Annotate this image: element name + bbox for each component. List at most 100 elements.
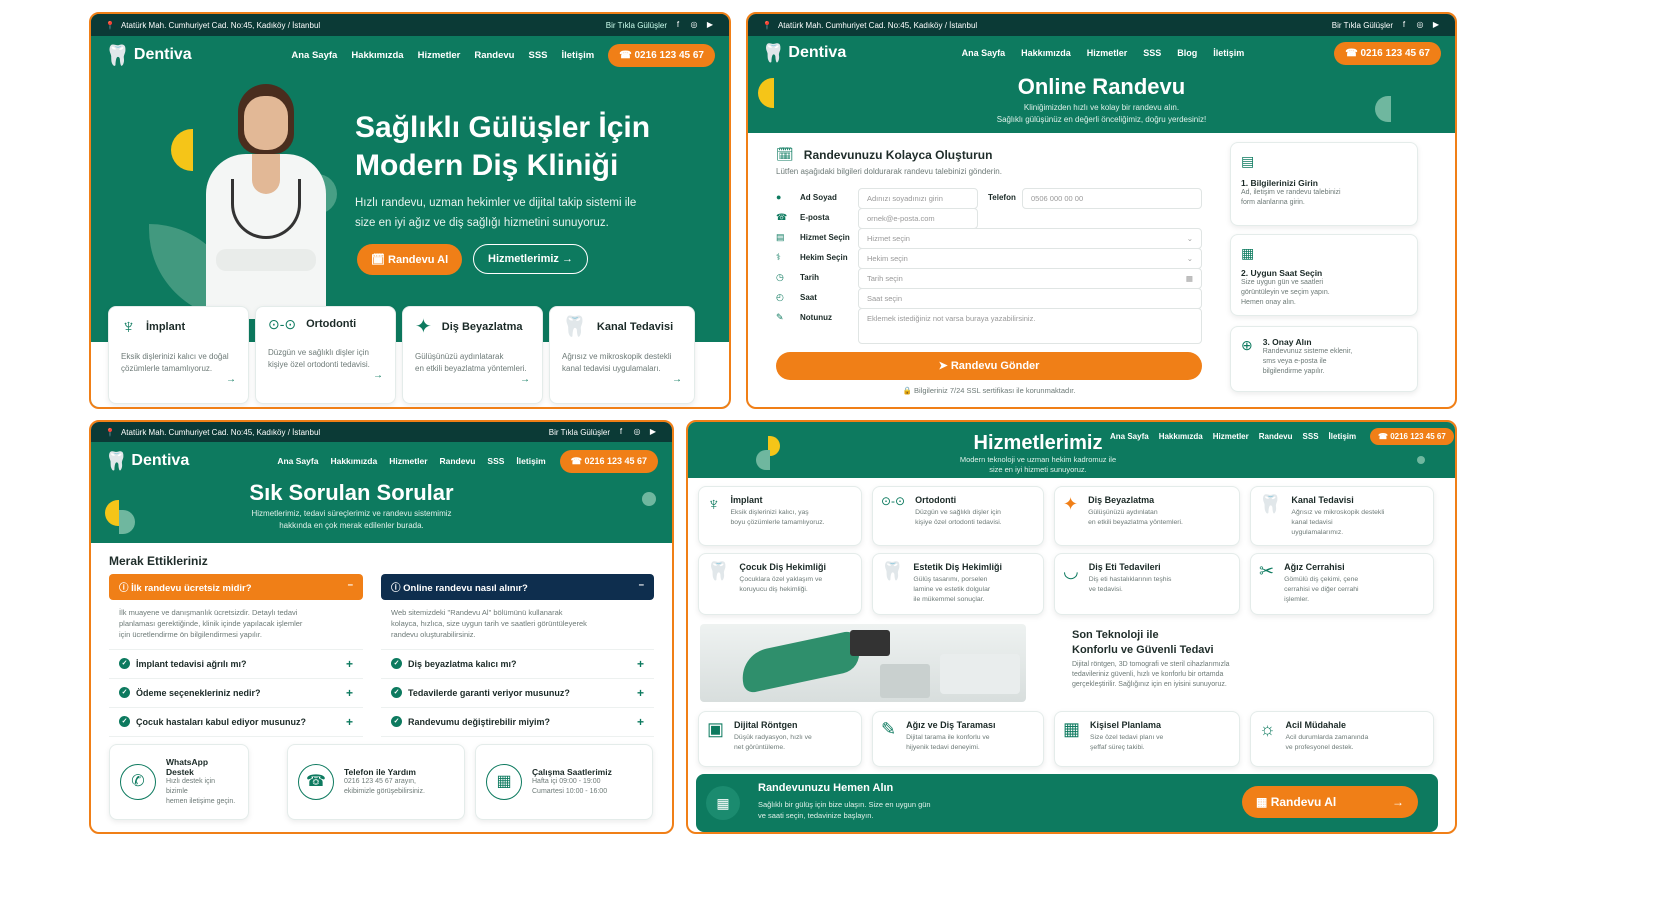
nav-faq[interactable]: SSS	[1143, 48, 1161, 58]
arrow-icon: →	[520, 374, 530, 386]
nav-about[interactable]: Hakkımızda	[330, 456, 377, 466]
nav-services[interactable]: Hizmetler	[1087, 48, 1128, 58]
phone-button[interactable]: ☎ 0216 123 45 67	[559, 449, 658, 473]
implant-icon: ♆	[121, 316, 136, 338]
feature-card[interactable]: ✎ Ağız ve Diş Taraması Dijital tarama ile…	[872, 711, 1044, 767]
faq-answer: Web sitemizdeki "Randevu Al" bölümünü ku…	[381, 600, 654, 650]
logo[interactable]: 🦷 Dentiva	[105, 43, 192, 68]
logo[interactable]: 🦷 Dentiva	[762, 43, 846, 64]
doctor-image	[186, 84, 346, 319]
service-card-orthodontics[interactable]: ⊙-⊙ Ortodonti Düzgün ve sağlıklı dişler i…	[255, 306, 396, 404]
main-nav: Ana Sayfa Hakkımızda Hizmetler SSS Blog …	[962, 48, 1245, 58]
xray-icon: ▣	[707, 719, 725, 739]
service-card[interactable]: 🦷 Estetik Diş Hekimliği Gülüş tasarımı, p…	[872, 553, 1044, 615]
feature-card[interactable]: ☼ Acil Müdahale Acil durumlarda zamanında…	[1250, 711, 1434, 767]
cta-appointment-button[interactable]: ▦ Randevu Al →	[1242, 786, 1418, 818]
nav-faq[interactable]: SSS	[1303, 432, 1319, 441]
faq-question-open[interactable]: ⓘ İlk randevu ücretsiz midir? −	[109, 574, 363, 600]
nav-blog[interactable]: Blog	[1177, 48, 1197, 58]
phone-button[interactable]: ☎ 0216 123 45 67	[1334, 41, 1441, 65]
time-input[interactable]: Saat seçin	[858, 288, 1202, 309]
nav-appointment[interactable]: Randevu	[1259, 432, 1293, 441]
service-card[interactable]: 🦷 Kanal Tedavisi Ağrısız ve mikroskopik d…	[1250, 486, 1434, 546]
form-card: 🗓 Randevunuzu Kolayca Oluşturun Lütfen a…	[764, 142, 1214, 404]
nav-home[interactable]: Ana Sayfa	[1110, 432, 1149, 441]
phone-button[interactable]: ☎ 0216 123 45 67	[1370, 428, 1454, 445]
faq-item[interactable]: ✓ Tedavilerde garanti veriyor musunuz? +	[381, 679, 654, 708]
nav-faq[interactable]: SSS	[487, 456, 504, 466]
working-hours-card: ▦ Çalışma Saatlerimiz Hafta içi 09:00 - 1…	[475, 744, 653, 820]
facebook-icon[interactable]: f	[616, 427, 626, 437]
whatsapp-icon: ✆	[120, 764, 156, 800]
address: Atatürk Mah. Cumhuriyet Cad. No:45, Kadı…	[777, 20, 978, 30]
facebook-icon[interactable]: f	[673, 20, 683, 30]
service-select[interactable]: Hizmet seçin ⌄	[858, 228, 1202, 249]
calendar-icon: ▦	[1241, 245, 1255, 261]
step-card-1: ▤ 1. Bilgilerinizi Girin Ad, iletişim ve…	[1230, 142, 1418, 226]
nav-services[interactable]: Hizmetler	[389, 456, 427, 466]
nav-contact[interactable]: İletişim	[516, 456, 545, 466]
feature-card[interactable]: ▣ Dijital Röntgen Düşük radyasyon, hızlı …	[698, 711, 862, 767]
faq-question-open[interactable]: ⓘ Online randevu nasıl alınır? −	[381, 574, 654, 600]
arrow-icon: →	[226, 374, 236, 386]
nav-home[interactable]: Ana Sayfa	[277, 456, 318, 466]
document-icon: ▤	[1241, 153, 1255, 169]
service-card[interactable]: ✦ Diş Beyazlatma Gülüşünüzü aydınlatan en …	[1054, 486, 1240, 546]
check-icon: ✓	[391, 687, 402, 699]
service-card[interactable]: ✂ Ağız Cerrahisi Gömülü diş çekimi, çene c…	[1250, 553, 1434, 615]
date-input[interactable]: Tarih seçin ▦	[858, 268, 1202, 289]
faq-item[interactable]: ✓ İmplant tedavisi ağrılı mı? +	[109, 650, 363, 679]
date-icon: ◷	[776, 272, 784, 282]
faq-item[interactable]: ✓ Çocuk hastaları kabul ediyor musunuz? +	[109, 708, 363, 737]
instagram-icon[interactable]: ◎	[1415, 20, 1425, 30]
service-card[interactable]: ◡ Diş Eti Tedavileri Diş eti hastalıkları…	[1054, 553, 1240, 615]
phone-input[interactable]: 0506 000 00 00	[1022, 188, 1202, 209]
service-card[interactable]: 🦷 Çocuk Diş Hekimliği Çocuklara özel yakl…	[698, 553, 862, 615]
nav-appointment[interactable]: Randevu	[440, 456, 476, 466]
nav-about[interactable]: Hakkımızda	[1021, 48, 1071, 58]
feature-card[interactable]: ▦ Kişisel Planlama Size özel tedavi planı…	[1054, 711, 1240, 767]
service-card-whitening[interactable]: ✦ Diş Beyazlatma Gülüşünüzü aydınlatarak e…	[402, 306, 543, 404]
logo[interactable]: 🦷 Dentiva	[105, 451, 189, 472]
youtube-icon[interactable]: ▶	[705, 20, 715, 30]
phone-help-card[interactable]: ☎ Telefon ile Yardım 0216 123 45 67 arayı…	[287, 744, 465, 820]
youtube-icon[interactable]: ▶	[648, 427, 658, 437]
nav-home[interactable]: Ana Sayfa	[291, 50, 337, 61]
nav-about[interactable]: Hakkımızda	[1159, 432, 1203, 441]
youtube-icon[interactable]: ▶	[1431, 20, 1441, 30]
nav-home[interactable]: Ana Sayfa	[962, 48, 1006, 58]
note-textarea[interactable]: Eklemek istediğiniz not varsa buraya yaz…	[858, 308, 1202, 344]
email-input[interactable]: ornek@e-posta.com	[858, 208, 978, 229]
service-card-implant[interactable]: ♆ İmplant Eksik dişlerinizi kalıcı ve doğ…	[108, 306, 249, 404]
nav-contact[interactable]: İletişim	[1213, 48, 1244, 58]
facebook-icon[interactable]: f	[1399, 20, 1409, 30]
faq-item[interactable]: ✓ Diş beyazlatma kalıcı mı? +	[381, 650, 654, 679]
nav-services[interactable]: Hizmetler	[418, 50, 461, 61]
page-subtitle: Hizmetlerimiz, tedavi süreçlerimiz ve ra…	[251, 509, 452, 530]
nav-contact[interactable]: İletişim	[1329, 432, 1357, 441]
gum-icon: ◡	[1063, 561, 1079, 581]
whatsapp-card[interactable]: ✆ WhatsApp Destek Hızlı destek için bizim…	[109, 744, 249, 820]
minus-icon: −	[347, 580, 353, 591]
appointment-button[interactable]: 🗓 Randevu Al	[357, 244, 463, 275]
name-input[interactable]: Adınızı soyadınızı girin	[858, 188, 978, 209]
nav-services[interactable]: Hizmetler	[1213, 432, 1249, 441]
faq-item[interactable]: ✓ Ödeme seçenekleriniz nedir? +	[109, 679, 363, 708]
cta-title: Randevunuzu Hemen Alın	[758, 782, 894, 794]
instagram-icon[interactable]: ◎	[632, 427, 642, 437]
phone-button[interactable]: ☎ 0216 123 45 67	[608, 43, 715, 67]
nav-about[interactable]: Hakkımızda	[351, 50, 403, 61]
calendar-icon: ▦	[1185, 274, 1193, 283]
instagram-icon[interactable]: ◎	[689, 20, 699, 30]
location-icon: 📍	[105, 20, 115, 30]
nav-appointment[interactable]: Randevu	[474, 50, 514, 61]
doctor-select[interactable]: Hekim seçin ⌄	[858, 248, 1202, 269]
nav-faq[interactable]: SSS	[528, 50, 547, 61]
faq-item[interactable]: ✓ Randevumu değiştirebilir miyim? +	[381, 708, 654, 737]
nav-contact[interactable]: İletişim	[562, 50, 595, 61]
services-button[interactable]: Hizmetlerimiz →	[473, 244, 588, 274]
submit-button[interactable]: ➤ Randevu Gönder	[776, 352, 1202, 380]
service-card-root-canal[interactable]: 🦷 Kanal Tedavisi Ağrısız ve mikroskopik d…	[549, 306, 695, 404]
service-card[interactable]: ⊙-⊙ Ortodonti Düzgün ve sağlıklı dişler i…	[872, 486, 1044, 546]
service-card[interactable]: ♆ İmplant Eksik dişlerinizi kalıcı, yaş bo…	[698, 486, 862, 546]
